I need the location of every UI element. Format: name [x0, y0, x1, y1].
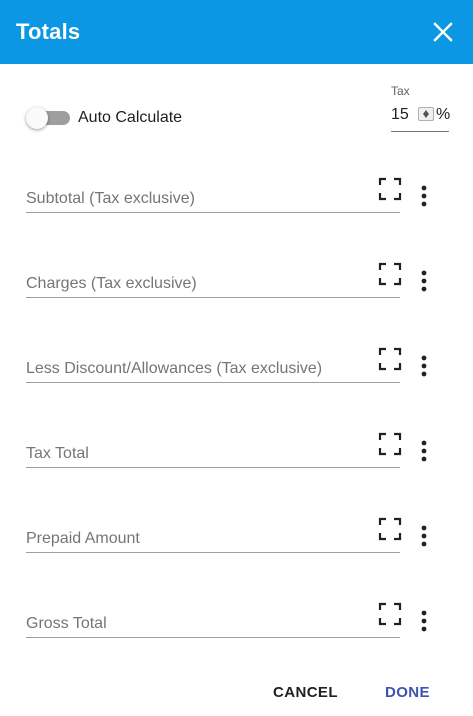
more-vert-icon[interactable]: [412, 184, 436, 208]
toggle-thumb: [26, 107, 48, 129]
field-label: Subtotal (Tax exclusive): [26, 190, 195, 207]
done-button[interactable]: DONE: [385, 684, 430, 701]
auto-calculate-label: Auto Calculate: [78, 109, 183, 126]
tax-label: Tax: [391, 84, 410, 98]
tax-total-field[interactable]: Tax Total: [26, 432, 400, 468]
fullscreen-icon[interactable]: [378, 262, 402, 286]
discount-field[interactable]: Less Discount/Allowances (Tax exclusive): [26, 347, 400, 383]
fullscreen-icon[interactable]: [378, 517, 402, 541]
field-label: Prepaid Amount: [26, 530, 140, 547]
dialog-header: Totals: [0, 0, 473, 64]
more-vert-icon[interactable]: [412, 609, 436, 633]
more-vert-icon[interactable]: [412, 439, 436, 463]
fullscreen-icon[interactable]: [378, 602, 402, 626]
fullscreen-icon[interactable]: [378, 432, 402, 456]
tax-spinner[interactable]: [418, 107, 434, 121]
tax-unit: %: [436, 106, 451, 123]
auto-calculate-toggle[interactable]: [26, 104, 70, 132]
fullscreen-icon[interactable]: [378, 347, 402, 371]
auto-calculate-row: Auto Calculate: [26, 104, 182, 132]
more-vert-icon[interactable]: [412, 269, 436, 293]
fullscreen-icon[interactable]: [378, 177, 402, 201]
subtotal-field[interactable]: Subtotal (Tax exclusive): [26, 177, 400, 213]
more-vert-icon[interactable]: [412, 524, 436, 548]
more-vert-icon[interactable]: [412, 354, 436, 378]
gross-total-field[interactable]: Gross Total: [26, 602, 400, 638]
field-label: Tax Total: [26, 445, 89, 462]
field-label: Less Discount/Allowances (Tax exclusive): [26, 360, 323, 377]
field-label: Gross Total: [26, 615, 107, 632]
tax-input[interactable]: 15 %: [391, 102, 451, 132]
close-icon[interactable]: [431, 20, 455, 44]
prepaid-amount-field[interactable]: Prepaid Amount: [26, 517, 400, 553]
charges-field[interactable]: Charges (Tax exclusive): [26, 262, 400, 298]
field-label: Charges (Tax exclusive): [26, 275, 197, 292]
spinner-down-icon[interactable]: [423, 114, 429, 118]
tax-value[interactable]: 15: [391, 106, 409, 124]
tax-input-group: Tax 15 %: [391, 84, 451, 132]
dialog-title: Totals: [16, 19, 81, 44]
cancel-button[interactable]: CANCEL: [273, 684, 338, 701]
